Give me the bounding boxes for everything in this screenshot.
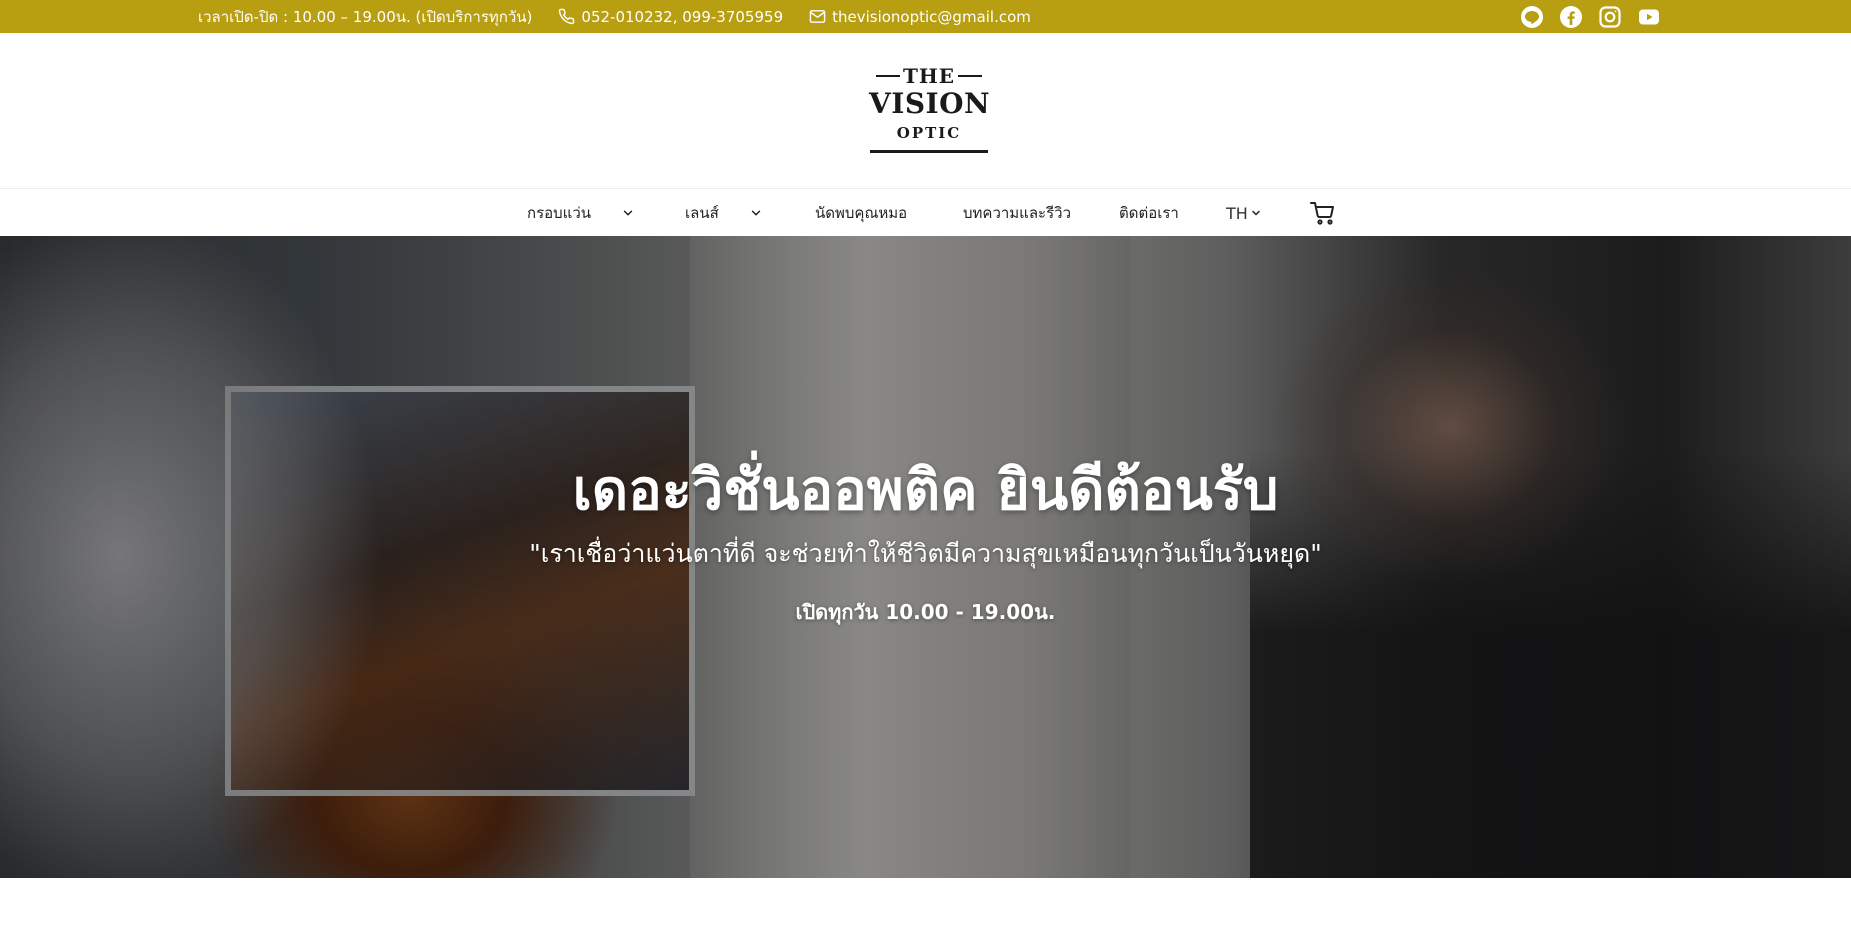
- nav-articles-label: บทความและรีวิว: [963, 204, 1071, 222]
- nav-appointment[interactable]: นัดพบคุณหมอ: [815, 189, 907, 237]
- facebook-icon: [1560, 5, 1582, 28]
- line-icon: [1521, 5, 1543, 28]
- phone-info[interactable]: 052-010232, 099-3705959: [558, 8, 783, 26]
- opening-hours: เวลาเปิด-ปิด : 10.00 – 19.00น. (เปิดบริก…: [198, 5, 532, 29]
- contact-info: เวลาเปิด-ปิด : 10.00 – 19.00น. (เปิดบริก…: [198, 0, 1057, 33]
- social-links: [1505, 0, 1661, 33]
- line-link[interactable]: [1520, 5, 1544, 29]
- nav-lenses-label: เลนส์: [685, 204, 719, 222]
- chevron-down-icon: [751, 210, 760, 216]
- email-text: thevisionoptic@gmail.com: [832, 7, 1031, 26]
- logo-optic: OPTIC: [896, 124, 962, 142]
- chevron-down-icon: [623, 210, 633, 216]
- nav-contact-label: ติดต่อเรา: [1119, 204, 1179, 222]
- language-selector[interactable]: TH: [1226, 189, 1262, 237]
- email-info[interactable]: thevisionoptic@gmail.com: [809, 8, 1031, 26]
- cart-icon[interactable]: [1310, 201, 1336, 225]
- logo-vision: VISION: [869, 87, 991, 120]
- instagram-icon: [1599, 5, 1621, 28]
- chevron-down-icon: [1252, 210, 1260, 216]
- hero-hours: เปิดทุกวัน 10.00 - 19.00น.: [795, 600, 1056, 624]
- top-info-bar: เวลาเปิด-ปิด : 10.00 – 19.00น. (เปิดบริก…: [0, 0, 1851, 33]
- logo-the: THE: [869, 64, 989, 88]
- language-label: TH: [1226, 203, 1248, 223]
- nav-lenses[interactable]: เลนส์: [685, 189, 763, 237]
- main-nav: กรอบแว่น เลนส์ นัดพบคุณหมอ บทความและรีวิ…: [0, 188, 1851, 236]
- youtube-icon: [1639, 9, 1659, 24]
- nav-contact[interactable]: ติดต่อเรา: [1119, 189, 1179, 237]
- logo-underline: [870, 150, 988, 153]
- nav-frames-label: กรอบแว่น: [527, 204, 592, 222]
- mail-icon: [809, 10, 826, 23]
- header: THE VISION OPTIC: [0, 33, 1851, 188]
- nav-articles[interactable]: บทความและรีวิว: [963, 189, 1071, 237]
- hero-banner: เดอะวิชั่นออพติค ยินดีต้อนรับ "เราเชื่อว…: [0, 236, 1851, 878]
- phone-icon: [559, 8, 575, 25]
- facebook-link[interactable]: [1559, 5, 1583, 29]
- hero-title: เดอะวิชั่นออพติค ยินดีต้อนรับ: [572, 458, 1279, 523]
- nav-frames[interactable]: กรอบแว่น: [527, 189, 635, 237]
- nav-appointment-label: นัดพบคุณหมอ: [815, 204, 908, 222]
- site-logo[interactable]: THE VISION OPTIC: [869, 64, 991, 160]
- phone-text: 052-010232, 099-3705959: [581, 7, 784, 26]
- instagram-link[interactable]: [1598, 5, 1622, 29]
- opening-hours-text: เวลาเปิด-ปิด : 10.00 – 19.00น. (เปิดบริก…: [198, 7, 533, 26]
- youtube-link[interactable]: [1637, 5, 1661, 29]
- hero-subtitle: "เราเชื่อว่าแว่นตาที่ดี จะช่วยทำให้ชีวิต…: [529, 539, 1322, 568]
